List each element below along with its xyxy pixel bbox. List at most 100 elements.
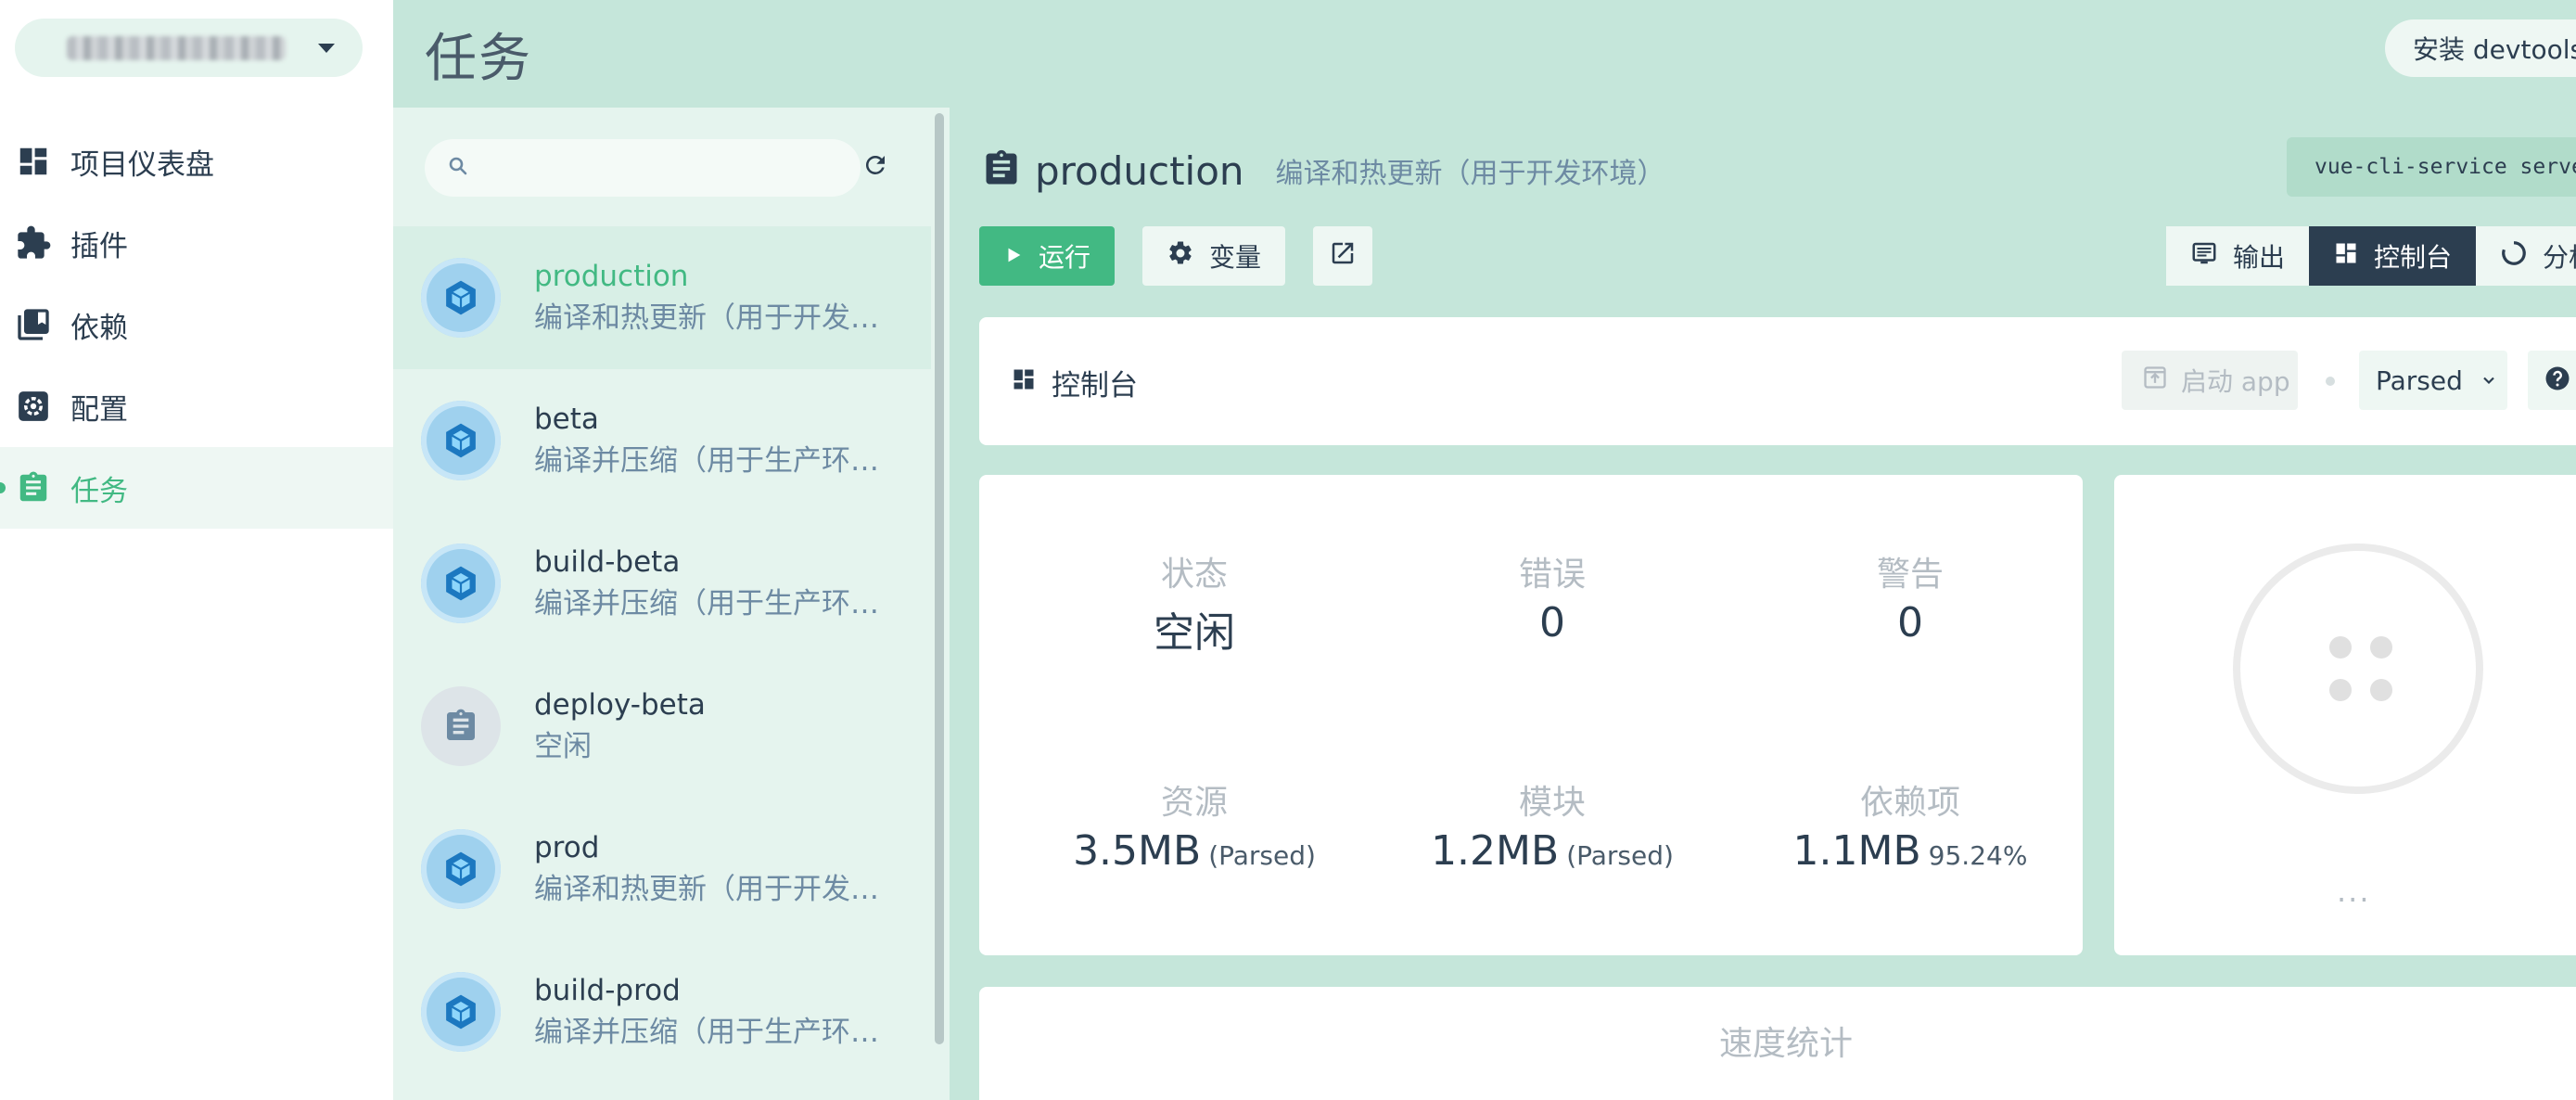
speed-stats-title: 速度统计	[1718, 1025, 1853, 1063]
task-list-scrollbar[interactable]	[935, 113, 944, 1044]
webpack-icon	[421, 972, 501, 1052]
output-icon	[2190, 239, 2218, 274]
start-app-button[interactable]: 启动 app	[2122, 351, 2298, 410]
stats-panel: 状态 空闲 错误 0 警告 0 资源 3.5MB (Parsed) 模块 1.2M…	[979, 475, 2083, 955]
stat-modules: 模块 1.2MB (Parsed)	[1413, 775, 1691, 875]
left-nav: 项目仪表盘 插件 依赖 配置 任务	[0, 0, 393, 1100]
chart-panel: ...	[2114, 475, 2576, 955]
nav-item-tasks[interactable]: 任务	[0, 447, 393, 529]
run-button-label: 运行	[1039, 242, 1091, 273]
task-detail-pane: production 编译和热更新（用于开发环境） vue-cli-servic…	[950, 108, 2576, 1100]
refresh-icon	[861, 151, 889, 183]
settings-icon	[15, 388, 52, 425]
size-mode-value: Parsed	[2376, 365, 2463, 396]
task-toolbar: 运行 变量	[979, 226, 1373, 286]
nav-item-configuration[interactable]: 配置	[0, 365, 393, 447]
stat-dependencies: 依赖项 1.1MB 95.24%	[1771, 775, 2049, 875]
task-item-build-beta[interactable]: build-beta 编译并压缩（用于生产环境）	[393, 512, 931, 655]
chevron-down-icon	[2480, 365, 2498, 396]
task-command: vue-cli-service serve	[2287, 137, 2576, 197]
nav-item-dependencies[interactable]: 依赖	[0, 284, 393, 365]
task-detail-title: production	[1035, 147, 1244, 194]
stat-value: 空闲	[1154, 609, 1235, 657]
stat-label: 资源	[1160, 784, 1228, 822]
placeholder-dot	[2329, 636, 2352, 659]
stat-assets: 资源 3.5MB (Parsed)	[1055, 775, 1333, 875]
stat-note: (Parsed)	[1208, 840, 1316, 871]
task-item-prod[interactable]: prod 编译和热更新（用于开发环境）	[393, 798, 931, 940]
webpack-icon	[421, 544, 501, 623]
nav-list: 项目仪表盘 插件 依赖 配置 任务	[0, 121, 393, 529]
clipboard-icon	[15, 469, 52, 506]
nav-item-label: 插件	[70, 229, 128, 263]
nav-item-label: 配置	[70, 392, 128, 427]
project-selector[interactable]	[15, 19, 363, 77]
help-icon	[2544, 365, 2571, 396]
view-tabs: 输出 控制台 分析	[2166, 226, 2576, 286]
run-button[interactable]: 运行	[979, 226, 1116, 286]
console-title: 控制台	[1052, 369, 1138, 403]
task-items: production 编译和热更新（用于开发环境） beta 编译并压缩（用于生…	[393, 226, 931, 1083]
nav-item-dashboard[interactable]: 项目仪表盘	[0, 121, 393, 202]
tab-output[interactable]: 输出	[2166, 226, 2310, 286]
webpack-icon	[421, 401, 501, 480]
dashboard-icon	[1011, 366, 1037, 400]
webpack-icon	[421, 829, 501, 909]
stat-value: 1.2MB	[1431, 827, 1560, 875]
speed-stats-panel: 速度统计	[979, 987, 2576, 1100]
gear-icon	[1167, 239, 1194, 274]
open-in-browser-icon	[2142, 365, 2168, 397]
stat-label: 警告	[1876, 556, 1944, 594]
placeholder-dot	[2370, 679, 2392, 701]
open-external-button[interactable]	[1313, 226, 1373, 286]
placeholder-dot	[2329, 679, 2352, 701]
task-detail-header: production 编译和热更新（用于开发环境）	[981, 141, 1665, 200]
stat-errors: 错误 0	[1413, 547, 1691, 646]
project-name-redacted	[67, 35, 286, 60]
stat-value: 3.5MB	[1073, 827, 1202, 875]
task-item-deploy-beta[interactable]: deploy-beta 空闲	[393, 655, 931, 798]
refresh-button[interactable]	[857, 148, 894, 185]
task-item-build-prod[interactable]: build-prod 编译并压缩（用于生产环境）	[393, 940, 931, 1083]
stat-note: (Parsed)	[1566, 840, 1674, 871]
search-icon	[447, 155, 469, 181]
search-box[interactable]	[425, 139, 861, 197]
task-detail-description: 编译和热更新（用于开发环境）	[1275, 158, 1665, 190]
task-name: build-prod	[534, 974, 681, 1007]
tab-output-label: 输出	[2233, 242, 2286, 273]
size-mode-select[interactable]: Parsed	[2359, 351, 2507, 410]
nav-item-label: 依赖	[70, 311, 128, 345]
task-item-beta[interactable]: beta 编译并压缩（用于生产环境）	[393, 369, 931, 512]
task-description: 空闲	[534, 730, 592, 763]
help-button[interactable]	[2528, 351, 2576, 410]
stat-label: 状态	[1160, 556, 1228, 594]
stat-status: 状态 空闲	[1055, 547, 1333, 659]
task-description: 编译并压缩（用于生产环境）	[534, 444, 905, 478]
tab-analyze-label: 分析	[2543, 242, 2576, 273]
task-description: 编译和热更新（用于开发环境）	[534, 301, 905, 335]
tab-analyze[interactable]: 分析	[2476, 226, 2576, 286]
variables-button-label: 变量	[1209, 242, 1262, 273]
clipboard-icon	[981, 148, 1022, 193]
webpack-icon	[421, 258, 501, 338]
separator-dot	[2326, 377, 2335, 386]
library-icon	[15, 306, 52, 343]
nav-item-plugins[interactable]: 插件	[0, 202, 393, 284]
install-devtools-button[interactable]: 安装 devtools	[2385, 19, 2576, 77]
empty-donut-chart	[2233, 544, 2483, 794]
task-name: prod	[534, 831, 600, 864]
task-list-pane: production 编译和热更新（用于开发环境） beta 编译并压缩（用于生…	[393, 108, 950, 1100]
task-name: build-beta	[534, 545, 681, 579]
stat-value: 1.1MB	[1792, 827, 1921, 875]
caret-down-icon	[318, 43, 335, 53]
play-icon	[1003, 241, 1024, 272]
dashboard-icon	[15, 143, 52, 180]
variables-button[interactable]: 变量	[1142, 226, 1286, 286]
task-item-production[interactable]: production 编译和热更新（用于开发环境）	[393, 226, 931, 369]
tab-console[interactable]: 控制台	[2309, 226, 2477, 286]
placeholder-dot	[2370, 636, 2392, 659]
stat-value: 0	[1539, 599, 1565, 646]
search-input[interactable]	[484, 152, 836, 184]
stat-label: 依赖项	[1859, 784, 1960, 822]
tab-console-label: 控制台	[2374, 242, 2453, 273]
